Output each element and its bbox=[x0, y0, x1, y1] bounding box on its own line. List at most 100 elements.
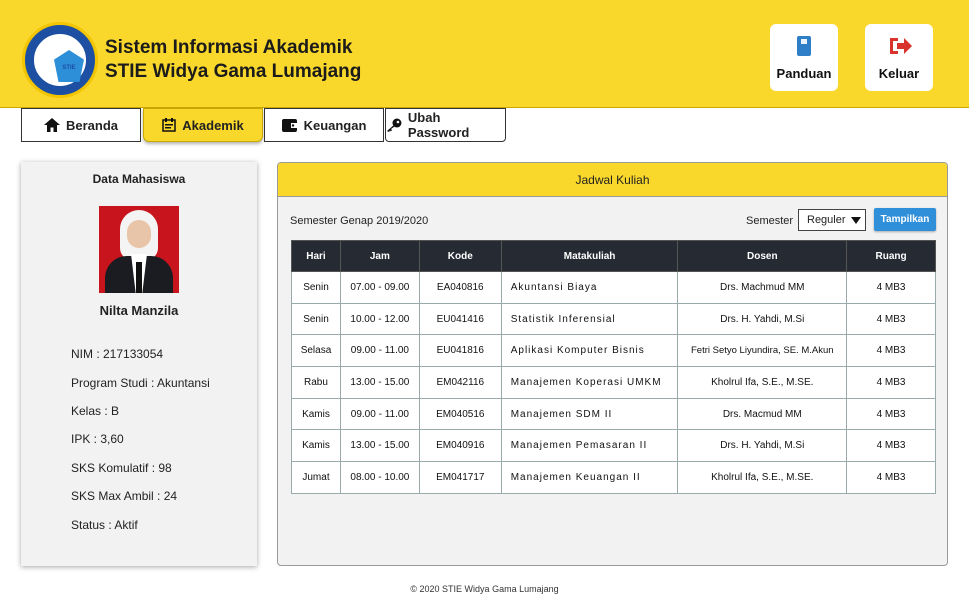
student-status: Status : Aktif bbox=[71, 518, 138, 532]
cell-jam: 13.00 - 15.00 bbox=[339, 429, 420, 463]
cell-ruang: 4 MB3 bbox=[846, 366, 936, 399]
schedule-table: Hari Jam Kode Matakuliah Dosen Ruang Sen… bbox=[291, 240, 936, 494]
college-logo: STIE bbox=[22, 22, 98, 98]
semester-text: Semester Genap 2019/2020 bbox=[290, 215, 429, 227]
cell-jam: 07.00 - 09.00 bbox=[339, 271, 420, 304]
cell-ruang: 4 MB3 bbox=[846, 429, 936, 463]
cell-matakuliah: Manajemen Pemasaran II bbox=[500, 429, 679, 463]
table-row: Rabu 13.00 - 15.00 EM042116 Manajemen Ko… bbox=[291, 366, 936, 399]
table-row: Selasa 09.00 - 11.00 EU041816 Aplikasi K… bbox=[291, 334, 936, 368]
cell-jam: 13.00 - 15.00 bbox=[339, 366, 420, 399]
cell-dosen: Drs. Machmud MM bbox=[677, 271, 848, 304]
cell-matakuliah: Manajemen Keuangan II bbox=[500, 461, 679, 494]
cell-matakuliah: Manajemen Koperasi UMKM bbox=[500, 366, 679, 399]
cell-kode: EU041416 bbox=[418, 302, 502, 336]
student-photo bbox=[99, 206, 179, 293]
cell-hari: Rabu bbox=[291, 366, 341, 399]
cell-dosen: Drs. H. Yahdi, M.Si bbox=[677, 302, 848, 336]
col-matakuliah: Matakuliah bbox=[500, 240, 679, 272]
col-ruang: Ruang bbox=[846, 240, 936, 272]
footer-text: 2020 STIE Widya Gama Lumajang bbox=[419, 584, 559, 594]
student-nim: NIM : 217133054 bbox=[71, 347, 164, 361]
cell-kode: EM040516 bbox=[418, 397, 502, 431]
tab-beranda[interactable]: Beranda bbox=[21, 108, 141, 142]
tab-ubah-password-label: Ubah Password bbox=[407, 110, 470, 140]
col-dosen: Dosen bbox=[677, 240, 848, 272]
semester-select[interactable]: Reguler bbox=[798, 209, 866, 231]
tab-beranda-label: Beranda bbox=[65, 117, 119, 133]
cell-hari: Senin bbox=[291, 302, 341, 336]
sign-out-icon bbox=[890, 38, 912, 54]
table-row: Jumat 08.00 - 10.00 EM041717 Manajemen K… bbox=[291, 461, 936, 494]
panduan-label: Panduan bbox=[776, 66, 832, 81]
cell-ruang: 4 MB3 bbox=[846, 334, 936, 368]
cell-ruang: 4 MB3 bbox=[846, 302, 936, 336]
tampilkan-button[interactable]: Tampilkan bbox=[874, 208, 936, 231]
app-title: Sistem Informasi Akademik STIE Widya Gam… bbox=[105, 36, 361, 84]
student-card-title: Data Mahasiswa bbox=[92, 172, 186, 186]
cell-ruang: 4 MB3 bbox=[846, 271, 936, 304]
semester-label: Semester bbox=[746, 215, 794, 227]
cell-dosen: Drs. Macmud MM bbox=[677, 397, 848, 431]
cell-ruang: 4 MB3 bbox=[846, 397, 936, 431]
calendar-icon bbox=[162, 118, 177, 132]
cell-kode: EU041816 bbox=[418, 334, 502, 368]
table-row: Senin 10.00 - 12.00 EU041416 Statistik I… bbox=[291, 302, 936, 336]
semester-select-value: Reguler bbox=[807, 214, 846, 226]
tab-keuangan[interactable]: Keuangan bbox=[264, 108, 384, 142]
cell-jam: 09.00 - 11.00 bbox=[339, 334, 420, 368]
book-icon bbox=[797, 36, 811, 56]
student-class: Kelas : B bbox=[71, 404, 120, 418]
schedule-title: Jadwal Kuliah bbox=[278, 163, 947, 197]
cell-kode: EM041717 bbox=[418, 461, 502, 494]
cell-kode: EM040916 bbox=[418, 429, 502, 463]
tab-keuangan-label: Keuangan bbox=[303, 117, 367, 133]
cell-jam: 08.00 - 10.00 bbox=[339, 461, 420, 494]
cell-hari: Kamis bbox=[291, 397, 341, 431]
app-title-line1: Sistem Informasi Akademik bbox=[105, 37, 353, 58]
col-hari: Hari bbox=[291, 240, 341, 272]
cell-hari: Jumat bbox=[291, 461, 341, 494]
tab-akademik-label: Akademik bbox=[182, 117, 244, 133]
table-row: Kamis 13.00 - 15.00 EM040916 Manajemen P… bbox=[291, 429, 936, 463]
key-icon bbox=[386, 118, 402, 132]
col-kode: Kode bbox=[418, 240, 502, 272]
cell-matakuliah: Statistik Inferensial bbox=[500, 302, 679, 336]
student-ipk: IPK : 3,60 bbox=[71, 432, 124, 446]
cell-dosen: Kholrul Ifa, S.E., M.SE. bbox=[677, 366, 848, 399]
cell-matakuliah: Manajemen SDM II bbox=[500, 397, 679, 431]
home-icon bbox=[43, 118, 60, 132]
student-sks-cumulative: SKS Komulatif : 98 bbox=[71, 461, 172, 475]
app-title-line2: STIE Widya Gama Lumajang bbox=[105, 61, 362, 82]
student-card: Data Mahasiswa Nilta Manzila NIM : 21713… bbox=[21, 162, 257, 566]
tab-akademik[interactable]: Akademik bbox=[143, 108, 263, 142]
cell-matakuliah: Akuntansi Biaya bbox=[500, 271, 679, 304]
table-row: Kamis 09.00 - 11.00 EM040516 Manajemen S… bbox=[291, 397, 936, 431]
tab-ubah-password[interactable]: Ubah Password bbox=[385, 108, 506, 142]
cell-jam: 10.00 - 12.00 bbox=[339, 302, 420, 336]
cell-jam: 09.00 - 11.00 bbox=[339, 397, 420, 431]
student-sks-max: SKS Max Ambil : 24 bbox=[71, 489, 178, 503]
student-name: Nilta Manzila bbox=[99, 303, 179, 318]
cell-hari: Selasa bbox=[291, 334, 341, 368]
cell-dosen: Kholrul Ifa, S.E., M.SE. bbox=[677, 461, 848, 494]
cell-matakuliah: Aplikasi Komputer Bisnis bbox=[500, 334, 679, 368]
cell-ruang: 4 MB3 bbox=[846, 461, 936, 494]
schedule-card: Jadwal Kuliah Semester Genap 2019/2020 S… bbox=[277, 162, 948, 566]
keluar-label: Keluar bbox=[878, 66, 920, 81]
footer: © 2020 STIE Widya Gama Lumajang bbox=[0, 584, 969, 594]
copyright-icon: © bbox=[410, 584, 418, 594]
wallet-icon bbox=[281, 118, 298, 132]
logo-ring: STIE bbox=[32, 32, 88, 88]
cell-hari: Senin bbox=[291, 271, 341, 304]
cell-kode: EM042116 bbox=[418, 366, 502, 399]
logo-text: STIE bbox=[62, 65, 76, 71]
table-header-row: Hari Jam Kode Matakuliah Dosen Ruang bbox=[291, 240, 936, 272]
cell-dosen: Drs. H. Yahdi, M.Si bbox=[677, 429, 848, 463]
table-row: Senin 07.00 - 09.00 EA040816 Akuntansi B… bbox=[291, 271, 936, 304]
panduan-button[interactable]: Panduan bbox=[770, 24, 838, 91]
chevron-down-icon bbox=[851, 217, 861, 224]
keluar-button[interactable]: Keluar bbox=[865, 24, 933, 91]
col-jam: Jam bbox=[339, 240, 420, 272]
cell-hari: Kamis bbox=[291, 429, 341, 463]
